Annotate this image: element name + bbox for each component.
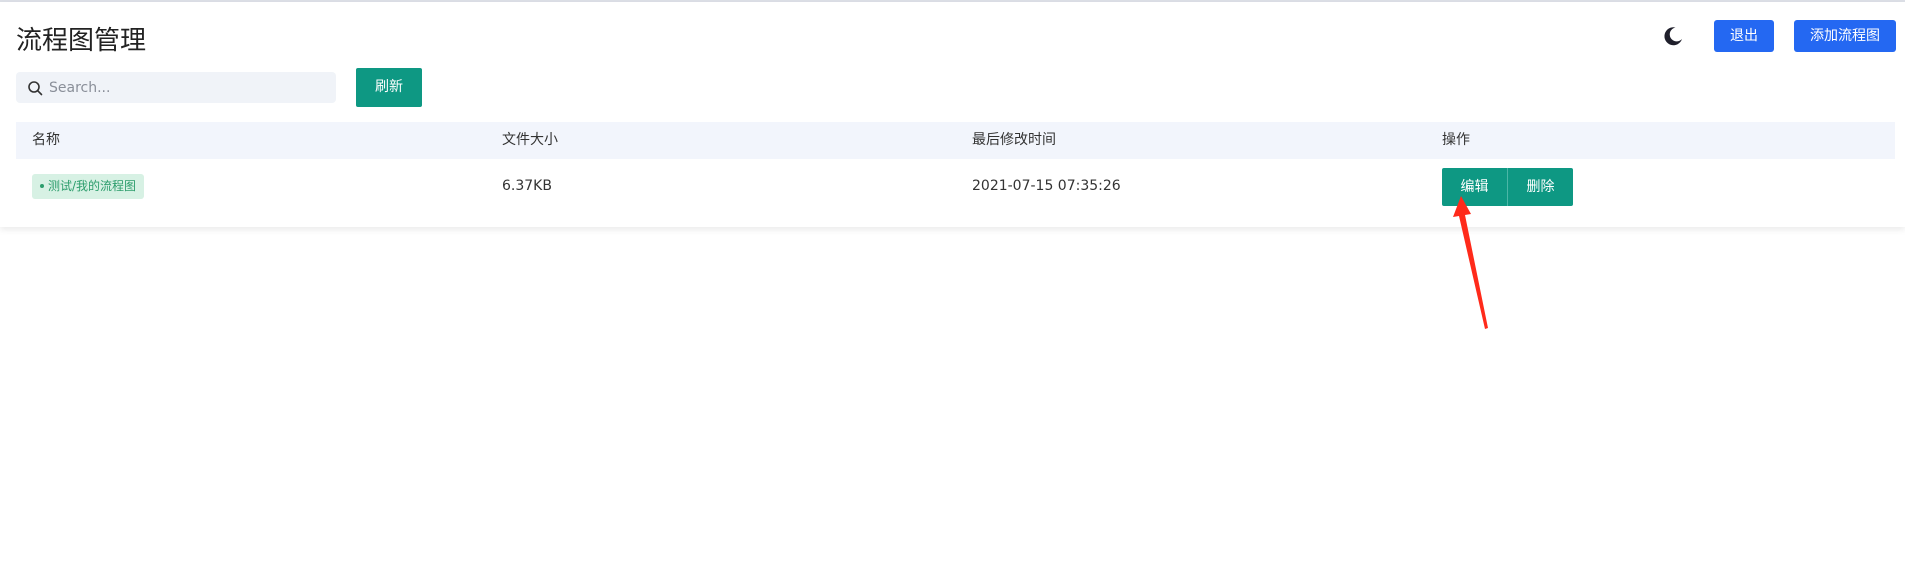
logout-button[interactable]: 退出 xyxy=(1714,20,1774,52)
flowchart-management-panel: 流程图管理 退出 添加流程图 刷新 名称 文件大小 最后修改时间 操作 测试/我… xyxy=(0,2,1905,227)
flowchart-table: 名称 文件大小 最后修改时间 操作 测试/我的流程图 6.37KB 2021-0… xyxy=(16,122,1895,214)
flowchart-name-tag[interactable]: 测试/我的流程图 xyxy=(32,174,145,199)
page-title: 流程图管理 xyxy=(16,26,147,56)
column-header-modified: 最后修改时间 xyxy=(972,132,1056,148)
table-header: 名称 文件大小 最后修改时间 操作 xyxy=(16,122,1895,159)
annotation-arrow-icon xyxy=(1453,196,1488,329)
column-header-size: 文件大小 xyxy=(502,132,558,148)
column-header-name: 名称 xyxy=(32,132,60,148)
search-input[interactable] xyxy=(49,72,329,103)
moon-icon[interactable] xyxy=(1659,22,1687,50)
search-icon xyxy=(27,80,43,96)
modified-time: 2021-07-15 07:35:26 xyxy=(972,178,1121,194)
add-flowchart-button[interactable]: 添加流程图 xyxy=(1794,20,1896,52)
file-size: 6.37KB xyxy=(502,178,552,194)
dot-icon xyxy=(40,183,44,188)
refresh-button[interactable]: 刷新 xyxy=(356,68,422,107)
table-row: 测试/我的流程图 6.37KB 2021-07-15 07:35:26 编辑 删… xyxy=(16,159,1895,214)
column-header-actions: 操作 xyxy=(1442,132,1470,148)
delete-button[interactable]: 删除 xyxy=(1507,168,1573,206)
flowchart-name: 测试/我的流程图 xyxy=(48,179,137,193)
search-box xyxy=(16,72,336,103)
